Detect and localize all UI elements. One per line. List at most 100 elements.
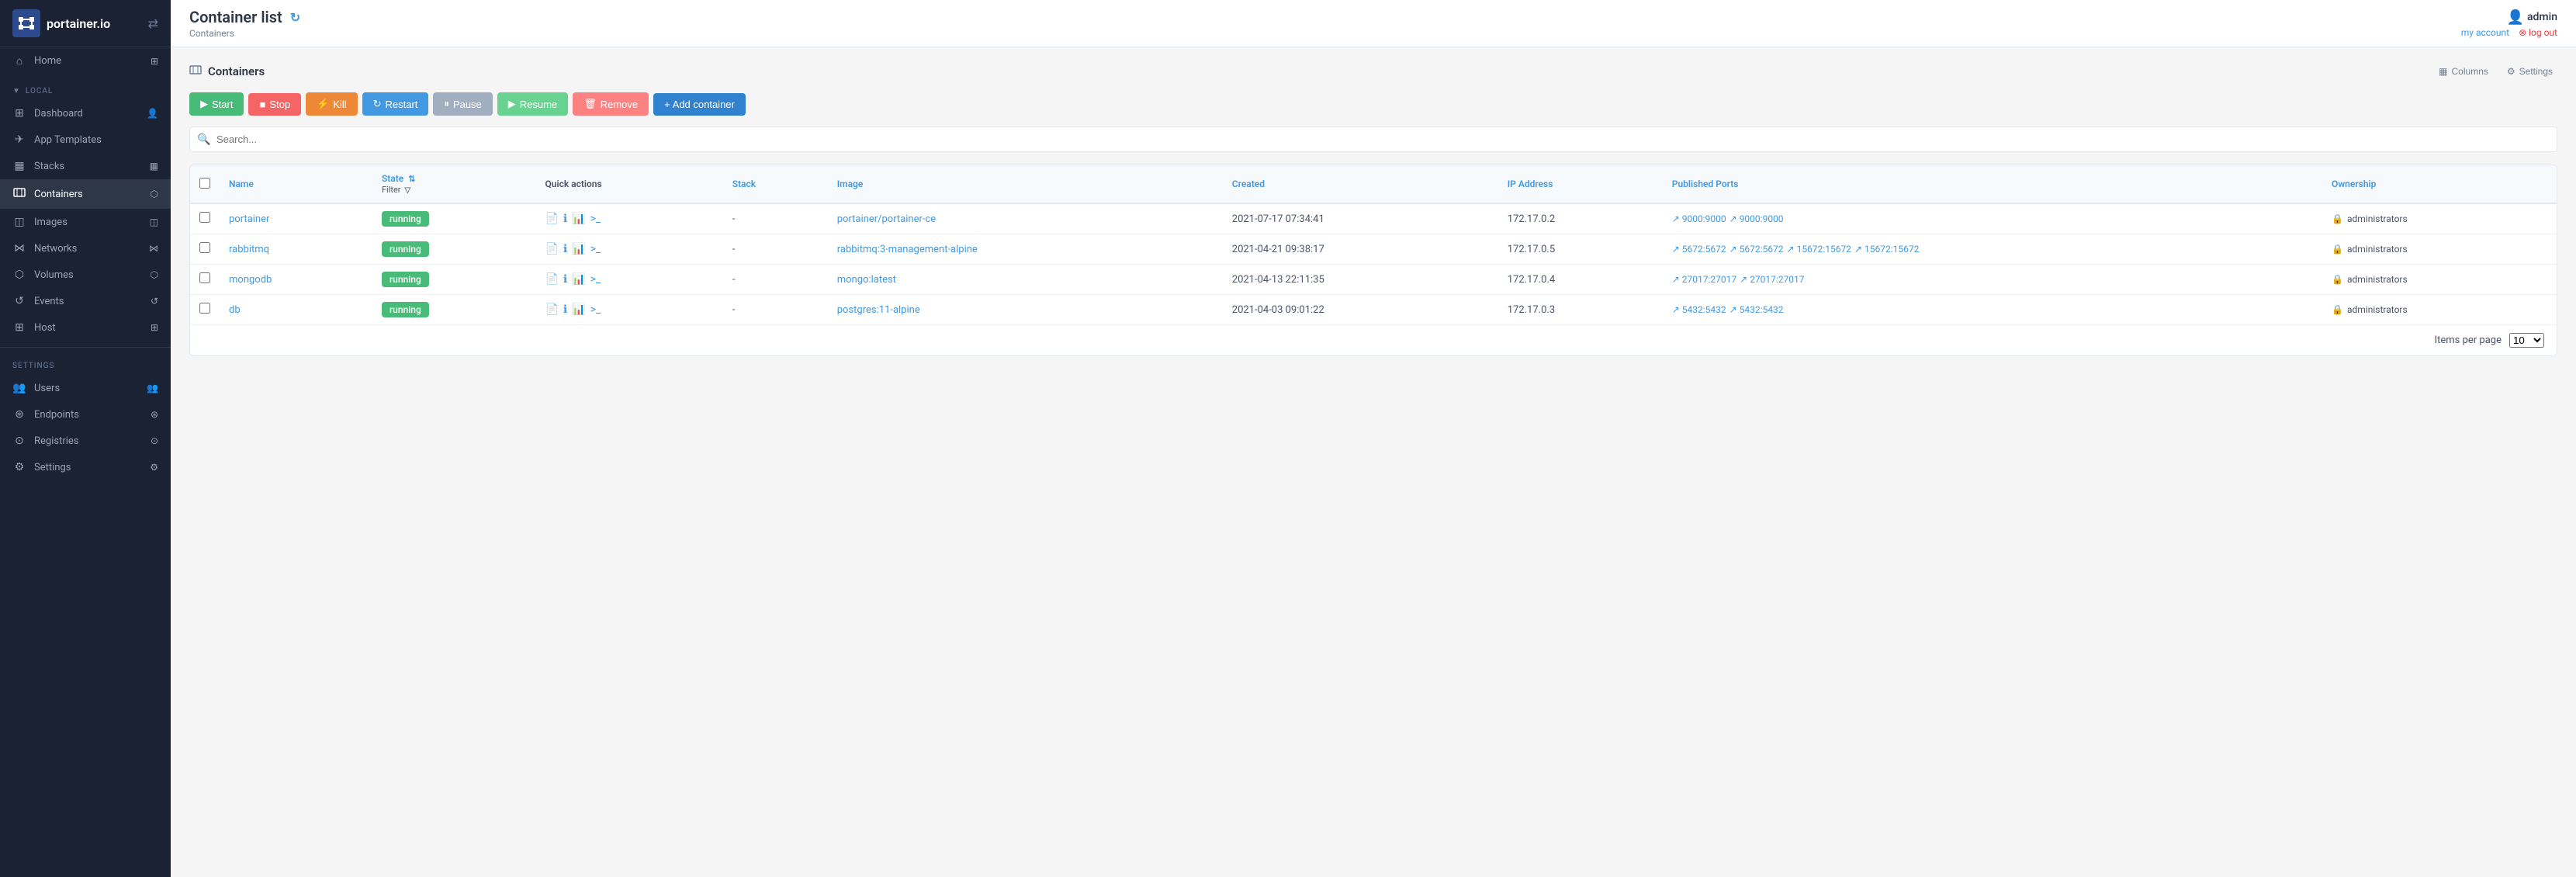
inspect-icon[interactable]: ℹ	[563, 273, 567, 286]
image-link[interactable]: mongo:latest	[837, 274, 896, 286]
ownership-header[interactable]: Ownership	[2322, 165, 2557, 203]
sidebar-item-stacks[interactable]: ▦ Stacks ▦	[0, 153, 171, 179]
port-link[interactable]: ↗ 9000:9000	[1729, 213, 1784, 224]
columns-icon: ▦	[2439, 66, 2447, 77]
port-link[interactable]: ↗ 15672:15672	[1787, 244, 1851, 255]
state-filter-icon[interactable]: ▽	[405, 186, 411, 195]
sidebar-item-endpoints[interactable]: ⊛ Endpoints ⊛	[0, 401, 171, 428]
port-link[interactable]: ↗ 5672:5672	[1729, 244, 1784, 255]
ip-address-header[interactable]: IP Address	[1498, 165, 1663, 203]
stats-icon[interactable]: 📊	[572, 213, 585, 225]
stop-button[interactable]: ■ Stop	[248, 93, 301, 116]
port-link[interactable]: ↗ 27017:27017	[1740, 274, 1804, 285]
sidebar-item-events[interactable]: ↺ Events ↺	[0, 288, 171, 314]
sidebar-item-containers[interactable]: Containers ⬡	[0, 179, 171, 209]
items-per-page-select[interactable]: 10 25 50 100	[2509, 333, 2544, 348]
container-name-link[interactable]: rabbitmq	[229, 244, 269, 255]
ownership-label: administrators	[2347, 244, 2408, 255]
stats-icon[interactable]: 📊	[572, 273, 585, 286]
published-ports-header[interactable]: Published Ports	[1663, 165, 2322, 203]
search-icon: 🔍	[197, 133, 210, 146]
created-header[interactable]: Created	[1223, 165, 1498, 203]
port-link[interactable]: ↗ 5432:5432	[1672, 304, 1726, 315]
restart-icon: ↻	[373, 98, 382, 110]
container-name-link[interactable]: portainer	[229, 213, 269, 225]
table-settings-button[interactable]: ⚙ Settings	[2502, 63, 2557, 80]
refresh-icon[interactable]: ↻	[290, 10, 300, 25]
name-header[interactable]: Name	[220, 165, 372, 203]
container-name-link[interactable]: mongodb	[229, 274, 272, 286]
remove-button[interactable]: 🗑 Remove	[573, 92, 649, 116]
my-account-link[interactable]: my account	[2461, 27, 2509, 38]
row-name-cell: mongodb	[220, 265, 372, 295]
sidebar-item-settings[interactable]: ⚙ Settings ⚙	[0, 454, 171, 480]
select-all-checkbox[interactable]	[199, 178, 210, 189]
columns-button[interactable]: ▦ Columns	[2434, 63, 2493, 80]
state-header[interactable]: State ⇅ Filter ▽	[372, 165, 536, 203]
console-icon[interactable]: >_	[590, 303, 601, 316]
row-quick-actions-cell: 📄 ℹ 📊 >_	[535, 265, 722, 295]
logs-icon[interactable]: 📄	[545, 303, 558, 316]
sidebar-item-images[interactable]: ◫ Images ◫	[0, 209, 171, 235]
sidebar-item-host[interactable]: ⊞ Host ⊞	[0, 314, 171, 341]
volumes-icon: ⬡	[12, 269, 26, 281]
stop-icon: ■	[259, 99, 265, 110]
stats-icon[interactable]: 📊	[572, 303, 585, 316]
resume-icon: ▶	[508, 98, 516, 110]
image-header[interactable]: Image	[828, 165, 1223, 203]
console-icon[interactable]: >_	[590, 243, 601, 255]
row-ip-cell: 172.17.0.3	[1498, 295, 1663, 325]
row-quick-actions-cell: 📄 ℹ 📊 >_	[535, 234, 722, 265]
sidebar-item-users[interactable]: 👥 Users 👥	[0, 375, 171, 401]
sidebar-item-volumes[interactable]: ⬡ Volumes ⬡	[0, 262, 171, 288]
row-checkbox[interactable]	[199, 272, 210, 283]
row-checkbox[interactable]	[199, 303, 210, 314]
image-link[interactable]: rabbitmq:3-management-alpine	[837, 244, 978, 255]
logs-icon[interactable]: 📄	[545, 273, 558, 286]
sidebar-item-home[interactable]: ⌂ Home ⊞	[0, 47, 171, 75]
row-ownership-cell: 🔒 administrators	[2322, 203, 2557, 234]
inspect-icon[interactable]: ℹ	[563, 243, 567, 255]
image-link[interactable]: postgres:11-alpine	[837, 304, 920, 316]
console-icon[interactable]: >_	[590, 273, 601, 286]
pause-button[interactable]: ⏸ Pause	[433, 92, 492, 116]
row-checkbox[interactable]	[199, 212, 210, 223]
sidebar-item-networks[interactable]: ⋈ Networks ⋈	[0, 235, 171, 262]
sidebar-item-registries[interactable]: ⊙ Registries ⊙	[0, 428, 171, 454]
stack-header[interactable]: Stack	[723, 165, 828, 203]
search-input[interactable]	[189, 127, 2557, 152]
start-button[interactable]: ▶ Start	[189, 92, 244, 116]
container-name-link[interactable]: db	[229, 304, 241, 316]
port-link[interactable]: ↗ 9000:9000	[1672, 213, 1726, 224]
restart-button[interactable]: ↻ Restart	[362, 92, 429, 116]
inspect-icon[interactable]: ℹ	[563, 303, 567, 316]
section-title: Containers	[189, 64, 265, 79]
port-link[interactable]: ↗ 5672:5672	[1672, 244, 1726, 255]
row-checkbox[interactable]	[199, 242, 210, 253]
local-arrow-icon: ▼	[12, 87, 21, 95]
state-sort-icon: ⇅	[408, 174, 415, 184]
row-ownership-cell: 🔒 administrators	[2322, 265, 2557, 295]
resume-button[interactable]: ▶ Resume	[497, 92, 568, 116]
logs-icon[interactable]: 📄	[545, 213, 558, 225]
table-row: mongodb running 📄 ℹ 📊 >_ - mongo:latest …	[190, 265, 2557, 295]
log-out-link[interactable]: ⊗ log out	[2519, 27, 2557, 38]
logo-text: portainer.io	[47, 16, 110, 31]
row-ip-cell: 172.17.0.2	[1498, 203, 1663, 234]
port-link[interactable]: ↗ 5432:5432	[1729, 304, 1784, 315]
table: Name State ⇅ Filter ▽ Quick actions St	[190, 165, 2557, 324]
console-icon[interactable]: >_	[590, 213, 601, 225]
sidebar-item-app-templates[interactable]: ✈ App Templates	[0, 127, 171, 153]
logs-icon[interactable]: 📄	[545, 243, 558, 255]
image-link[interactable]: portainer/portainer-ce	[837, 213, 936, 225]
settings-gear-icon: ⚙	[2507, 66, 2515, 77]
sidebar-logo[interactable]: portainer.io ⇄	[0, 0, 171, 47]
containers-icon	[12, 186, 26, 202]
port-link[interactable]: ↗ 27017:27017	[1672, 274, 1736, 285]
sidebar-item-dashboard[interactable]: ⊞ Dashboard 👤	[0, 100, 171, 127]
stats-icon[interactable]: 📊	[572, 243, 585, 255]
inspect-icon[interactable]: ℹ	[563, 213, 567, 225]
port-link[interactable]: ↗ 15672:15672	[1854, 244, 1919, 255]
add-container-button[interactable]: + Add container	[653, 93, 746, 116]
kill-button[interactable]: ⚡ Kill	[306, 92, 358, 116]
